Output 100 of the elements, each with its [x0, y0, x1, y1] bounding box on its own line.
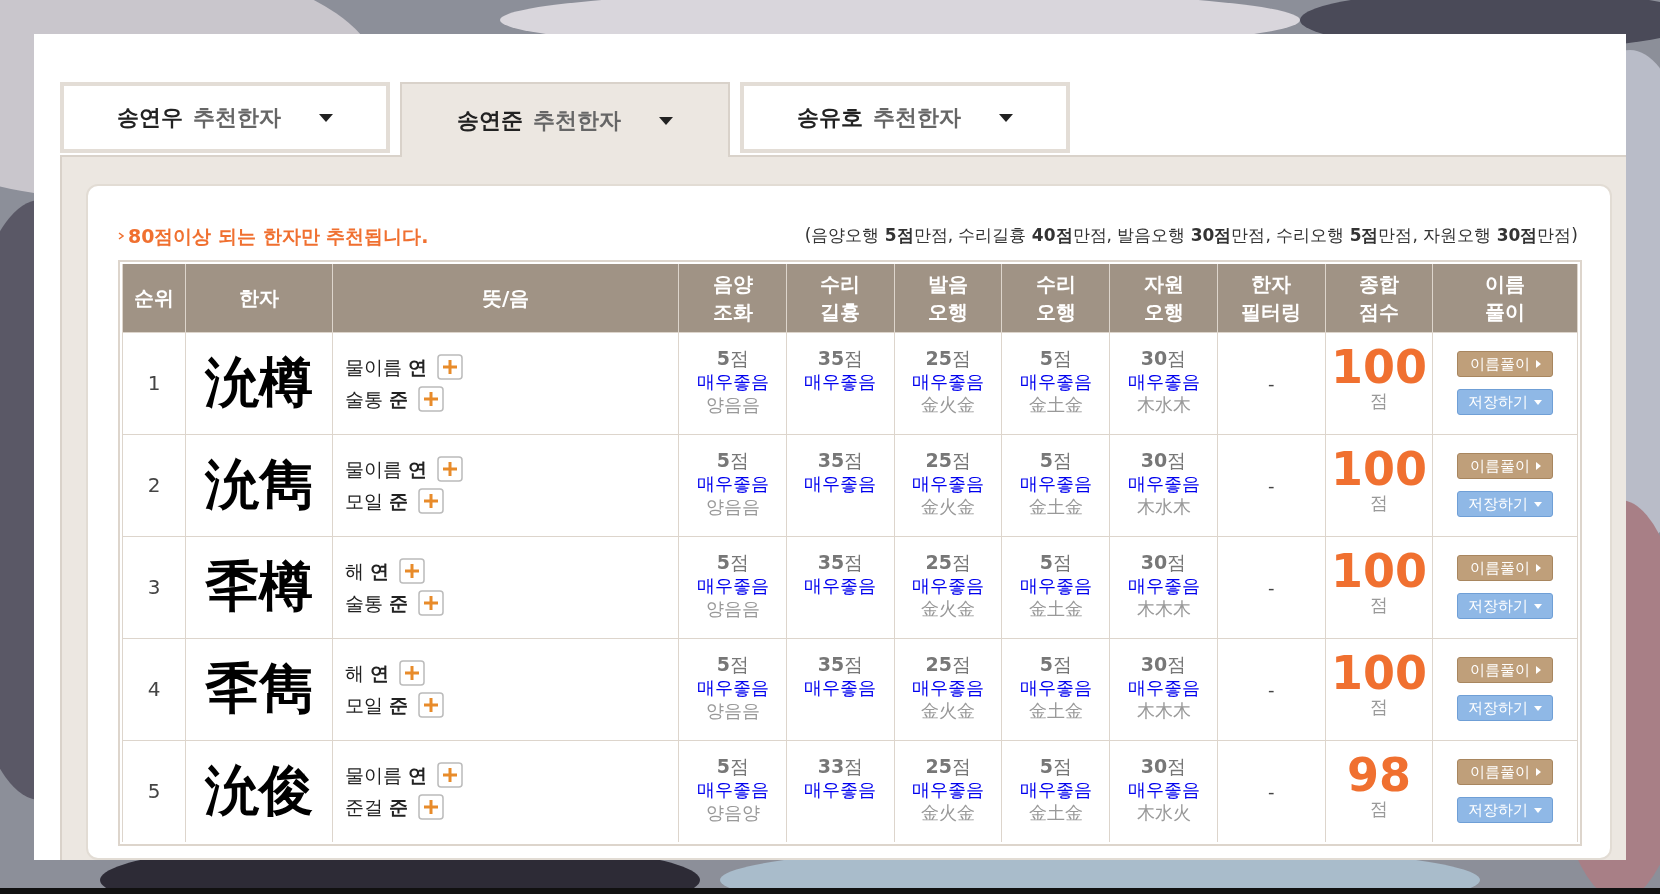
rank-text: 3 — [147, 575, 161, 599]
plus-icon[interactable] — [418, 794, 445, 821]
score-text: 30점 — [1139, 652, 1188, 676]
plus-icon[interactable] — [399, 660, 426, 686]
column-header: 수리 오행 — [1002, 264, 1110, 332]
plus-icon[interactable] — [437, 456, 464, 482]
plus-icon[interactable] — [418, 692, 445, 718]
name-analysis-button[interactable]: 이름풀이 — [1457, 351, 1554, 377]
save-button[interactable]: 저장하기 — [1457, 593, 1554, 619]
caret-icon — [1535, 666, 1541, 674]
save-button[interactable]: 저장하기 — [1457, 491, 1554, 517]
score-text: 5점 — [1038, 754, 1073, 778]
score-text: 5점 — [1038, 448, 1073, 472]
save-button[interactable]: 저장하기 — [1457, 797, 1554, 824]
score-text: 33점 — [816, 754, 865, 778]
score-unit: 점 — [1368, 594, 1389, 615]
grade-text: 매우좋음 — [911, 675, 986, 699]
grade-text: 매우좋음 — [695, 471, 770, 495]
caret-icon — [1535, 768, 1541, 777]
grade-text: 매우좋음 — [1126, 573, 1201, 597]
reading-text: 해 연 — [345, 660, 390, 686]
plus-icon[interactable] — [437, 354, 464, 380]
score-text: 5점 — [1038, 550, 1073, 574]
element-text: 金土金 — [1027, 392, 1084, 416]
plus-icon[interactable] — [418, 386, 445, 412]
score-text: 5점 — [715, 652, 750, 676]
reading-text: 술통 준 — [345, 590, 409, 616]
reading-text: 해 연 — [345, 558, 390, 584]
score-text: 25점 — [924, 652, 972, 676]
score-unit: 점 — [1368, 798, 1389, 819]
hanja-text: 沇雋 — [205, 453, 314, 516]
column-header: 음양 조화 — [678, 264, 787, 332]
reading-text: 모일 준 — [345, 488, 409, 514]
element-text: 木水木 — [1135, 494, 1192, 518]
element-text: 金土金 — [1027, 596, 1084, 620]
bullet-icon — [118, 232, 124, 240]
grade-text: 매우좋음 — [803, 471, 878, 495]
caret-icon — [1534, 807, 1543, 813]
caret-icon — [1535, 360, 1541, 368]
grade-text: 매우좋음 — [803, 573, 878, 597]
score-text: 35점 — [816, 652, 865, 676]
score-text: 35점 — [816, 346, 865, 370]
max-score-note: (음양오행 5점만점, 수리길흉 40점만점, 발음오행 30점만점, 수리오행 5점만점, 자원오행 30점만점) — [804, 224, 1578, 248]
name-analysis-button[interactable]: 이름풀이 — [1457, 657, 1554, 683]
element-text: 金火金 — [920, 800, 977, 824]
grade-text: 매우좋음 — [695, 369, 770, 393]
name-analysis-button[interactable]: 이름풀이 — [1457, 555, 1554, 581]
grade-text: 매우좋음 — [1018, 369, 1093, 393]
caret-icon — [1534, 399, 1543, 405]
grade-text: 매우좋음 — [1018, 573, 1093, 597]
column-header: 이름 풀이 — [1432, 264, 1578, 332]
element-text: 金土金 — [1027, 800, 1084, 824]
total-score: 98 — [1345, 750, 1412, 799]
tab[interactable]: 송연준 추천한자 — [400, 82, 730, 157]
rank-text: 2 — [147, 473, 161, 497]
filter-text: - — [1267, 474, 1275, 496]
grade-text: 매우좋음 — [911, 369, 986, 393]
score-text: 25점 — [924, 550, 972, 574]
grade-text: 매우좋음 — [1126, 777, 1201, 801]
filter-text: - — [1267, 372, 1275, 394]
element-text: 양음음 — [704, 698, 761, 722]
hanja-text: 秊樽 — [205, 555, 314, 618]
grade-text: 매우좋음 — [695, 777, 770, 801]
reading-text: 술통 준 — [345, 386, 409, 412]
score-unit: 점 — [1368, 492, 1389, 513]
plus-icon[interactable] — [399, 558, 426, 584]
column-header: 순위 — [122, 264, 186, 332]
tab[interactable]: 송유호 추천한자 — [740, 82, 1070, 153]
rank-text: 1 — [147, 371, 161, 395]
plus-icon[interactable] — [418, 488, 445, 514]
score-text: 30점 — [1139, 448, 1188, 472]
grade-text: 매우좋음 — [803, 369, 878, 393]
reading-text: 물이름 연 — [345, 763, 428, 788]
grade-text: 매우좋음 — [1126, 369, 1201, 393]
name-analysis-button[interactable]: 이름풀이 — [1457, 759, 1554, 786]
save-button[interactable]: 저장하기 — [1457, 695, 1554, 721]
filter-text: - — [1267, 780, 1275, 802]
total-score: 100 — [1329, 648, 1428, 697]
column-header: 한자 — [185, 264, 333, 332]
element-text: 金土金 — [1027, 494, 1084, 518]
score-text: 30점 — [1139, 754, 1188, 778]
grade-text: 매우좋음 — [695, 675, 770, 699]
reading-text: 모일 준 — [345, 692, 409, 718]
grade-text: 매우좋음 — [1126, 675, 1201, 699]
name-analysis-button[interactable]: 이름풀이 — [1457, 453, 1554, 479]
element-text: 木木木 — [1135, 698, 1192, 722]
column-header: 종합 점수 — [1325, 264, 1433, 332]
grade-text: 매우좋음 — [1126, 471, 1201, 495]
caret-icon — [999, 113, 1013, 122]
total-score: 100 — [1329, 444, 1428, 493]
caret-icon — [1534, 603, 1543, 609]
plus-icon[interactable] — [437, 762, 464, 789]
element-text: 木水火 — [1135, 800, 1192, 824]
caret-icon — [1535, 564, 1541, 572]
element-text: 金土金 — [1027, 698, 1084, 722]
hanja-text: 沇樽 — [205, 351, 314, 414]
tab[interactable]: 송연우 추천한자 — [60, 82, 390, 153]
plus-icon[interactable] — [418, 590, 445, 616]
score-text: 5점 — [715, 754, 750, 778]
save-button[interactable]: 저장하기 — [1457, 389, 1554, 415]
